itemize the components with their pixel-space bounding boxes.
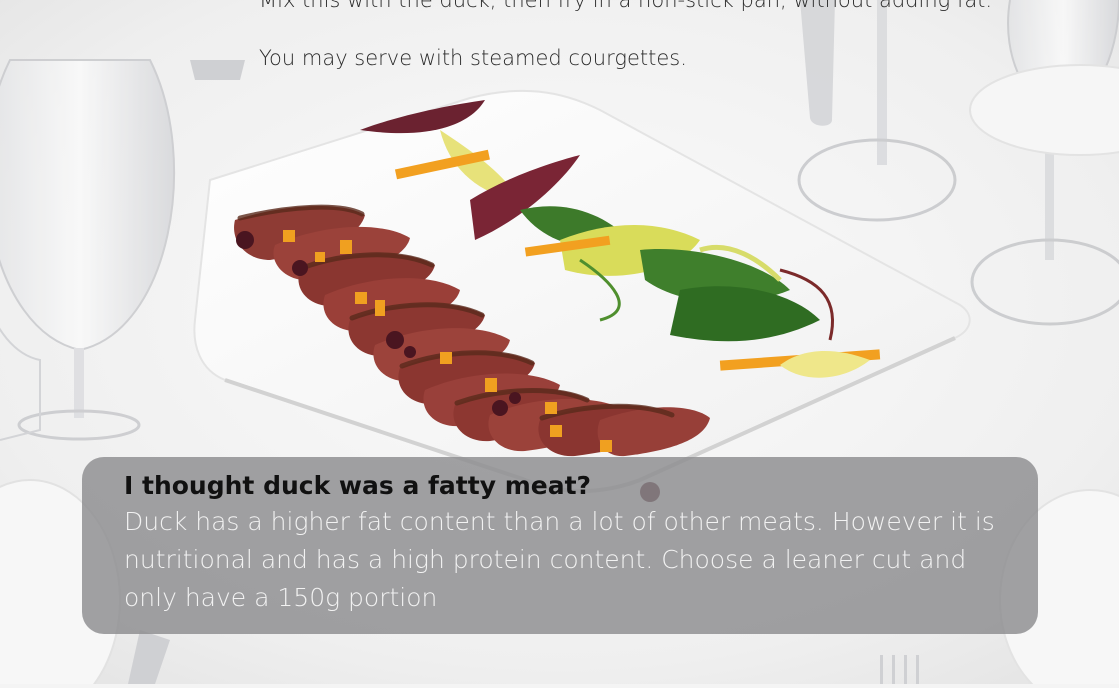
faq-answer: Duck has a higher fat content than a lot… xyxy=(124,507,995,612)
recipe-method-text: Mix this with the duck, then fry in a no… xyxy=(259,0,993,12)
faq-callout: I thought duck was a fatty meat? Duck ha… xyxy=(82,457,1038,634)
faq-question: I thought duck was a fatty meat? xyxy=(124,471,592,500)
recipe-serving-tip: You may serve with steamed courgettes. xyxy=(259,46,687,70)
